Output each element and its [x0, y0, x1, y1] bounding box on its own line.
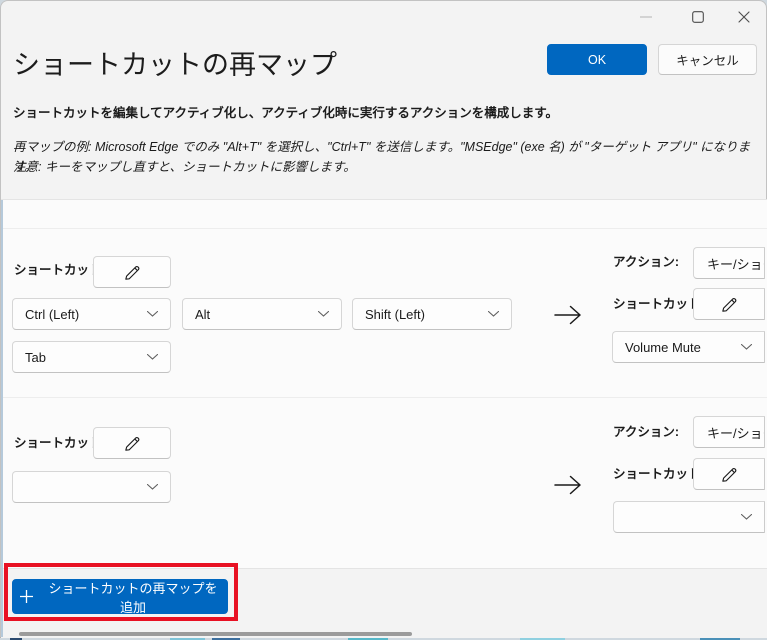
maximize-button[interactable]: [685, 6, 711, 28]
chevron-down-icon: [147, 484, 158, 490]
remap-shortcuts-dialog: ショートカットの再マップ OK キャンセル ショートカットを編集してアクティブ化…: [0, 0, 767, 638]
minimize-button[interactable]: [633, 6, 659, 28]
add-button-label: ショートカットの再マップを追加: [45, 578, 221, 616]
row1-key1-value: Ctrl (Left): [25, 307, 79, 322]
row1-key4-value: Tab: [25, 350, 46, 365]
row1-target-dropdown[interactable]: Volume Mute: [612, 331, 765, 363]
row1-edit-target-button[interactable]: [693, 288, 765, 320]
row1-key1-dropdown[interactable]: Ctrl (Left): [12, 298, 171, 330]
add-shortcut-remap-button[interactable]: ショートカットの再マップを追加: [12, 579, 228, 614]
close-button[interactable]: [731, 6, 757, 28]
row2-key1-dropdown[interactable]: [12, 471, 171, 503]
ok-button[interactable]: OK: [547, 44, 647, 75]
row1-shortcut-label: ショートカット:: [14, 259, 106, 278]
maximize-icon: [692, 11, 704, 23]
row2-action-dropdown[interactable]: キー/ショートカット: [693, 416, 765, 448]
list-top-divider: [1, 228, 767, 229]
arrow-right-icon: [553, 471, 583, 499]
chevron-down-icon: [741, 344, 752, 350]
row2-action-value: キー/ショートカット: [707, 423, 765, 442]
row2-target-dropdown[interactable]: [613, 501, 765, 533]
page-title: ショートカットの再マップ: [13, 43, 337, 82]
row1-target-shortcut-label: ショートカット:: [613, 293, 705, 312]
edit-icon: [123, 263, 142, 282]
row2-edit-shortcut-button[interactable]: [93, 427, 171, 459]
row2-target-shortcut-label: ショートカット:: [613, 463, 705, 482]
row1-action-label: アクション:: [613, 251, 679, 270]
chevron-down-icon: [318, 311, 329, 317]
cancel-button[interactable]: キャンセル: [658, 44, 757, 75]
row1-key2-value: Alt: [195, 307, 210, 322]
minimize-icon: [640, 16, 652, 18]
row1-action-value: キー/ショートカット: [707, 254, 765, 273]
edit-icon: [720, 465, 739, 484]
row-divider: [1, 397, 767, 398]
edit-icon: [123, 434, 142, 453]
description-note: 注意: キーをマップし直すと、ショートカットに影響します。: [13, 157, 765, 177]
arrow-right-icon: [553, 301, 583, 329]
window-left-edge: [1, 200, 3, 637]
row1-key3-value: Shift (Left): [365, 307, 425, 322]
edit-icon: [720, 295, 739, 314]
plus-icon: [19, 589, 34, 604]
horizontal-scrollbar[interactable]: [19, 632, 412, 636]
chevron-down-icon: [147, 311, 158, 317]
row1-key2-dropdown[interactable]: Alt: [182, 298, 342, 330]
row2-action-label: アクション:: [613, 421, 679, 440]
row2-shortcut-label: ショートカット:: [14, 432, 106, 451]
row1-key4-dropdown[interactable]: Tab: [12, 341, 171, 373]
row2-edit-target-button[interactable]: [693, 458, 765, 490]
footer-divider: [1, 568, 767, 569]
close-icon: [738, 11, 750, 23]
row1-key3-dropdown[interactable]: Shift (Left): [352, 298, 512, 330]
row1-edit-shortcut-button[interactable]: [93, 256, 171, 288]
chevron-down-icon: [488, 311, 499, 317]
chevron-down-icon: [741, 514, 752, 520]
description-line1: ショートカットを編集してアクティブ化し、アクティブ化時に実行するアクションを構成…: [13, 102, 757, 121]
row1-action-dropdown[interactable]: キー/ショートカット: [693, 247, 765, 279]
row1-target-value: Volume Mute: [625, 340, 701, 355]
chevron-down-icon: [147, 354, 158, 360]
